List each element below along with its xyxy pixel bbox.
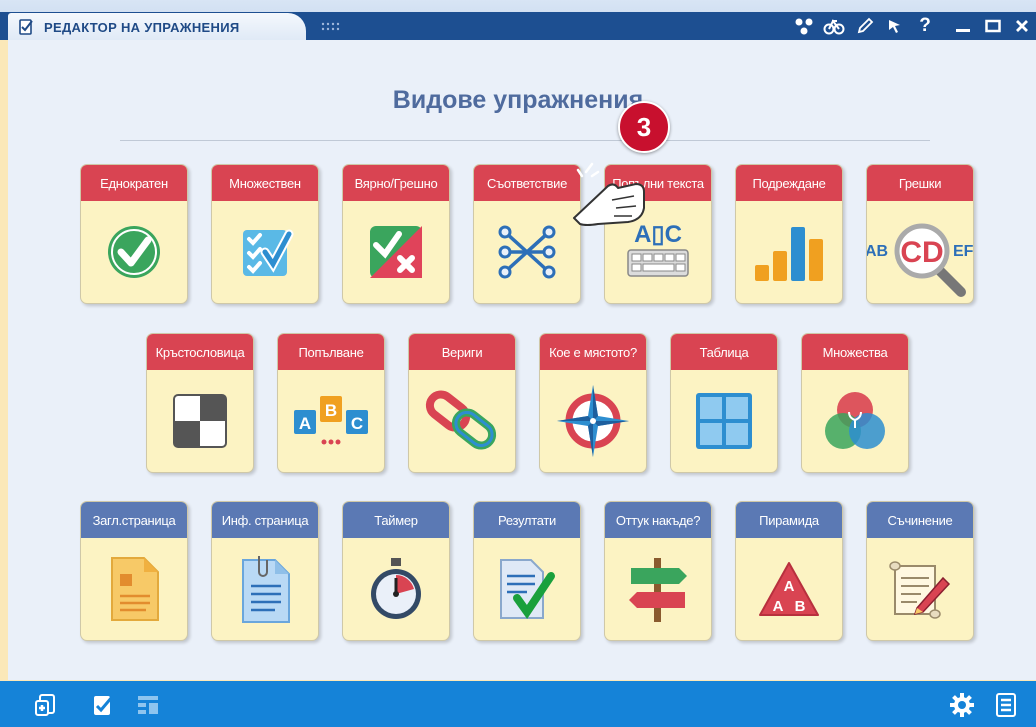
edit-exercise-icon[interactable] [90, 691, 118, 719]
step-number-badge: 3 [618, 101, 670, 153]
title-page-icon [81, 538, 187, 640]
tile-timer[interactable]: Таймер [342, 501, 450, 641]
essay-scroll-icon [867, 538, 973, 640]
close-icon[interactable] [1010, 14, 1034, 38]
results-icon [474, 538, 580, 640]
icon-text: A [773, 598, 784, 615]
tile-label: Инф. страница [212, 502, 318, 538]
tile-results[interactable]: Резултати [473, 501, 581, 641]
network-icon[interactable] [792, 14, 816, 38]
fill-in-icon: ABC [278, 370, 384, 472]
table-grid-icon [671, 370, 777, 472]
hand-pointer-icon [564, 162, 654, 232]
tile-label: Загл.страница [81, 502, 187, 538]
editor-tab[interactable]: РЕДАКТОР НА УПРАЖНЕНИЯ [8, 13, 306, 41]
icon-text: B [325, 401, 337, 420]
add-exercise-icon[interactable] [32, 691, 60, 719]
main-panel: Видове упражнения Еднократен Множествен … [8, 40, 1036, 680]
tile-info-page[interactable]: Инф. страница [211, 501, 319, 641]
title-divider [120, 140, 930, 141]
single-check-icon [81, 201, 187, 303]
tile-pyramid[interactable]: Пирамида AAB [735, 501, 843, 641]
icon-text: AB [867, 243, 888, 260]
pyramid-icon: AAB [736, 538, 842, 640]
tile-title-page[interactable]: Загл.страница [80, 501, 188, 641]
list-icon[interactable] [992, 691, 1020, 719]
icon-text: A [299, 414, 311, 433]
true-false-icon [343, 201, 449, 303]
tile-label: Кое е мястото? [540, 334, 646, 370]
tile-ordering[interactable]: Подреждане [735, 164, 843, 304]
tile-label: Резултати [474, 502, 580, 538]
signpost-icon [605, 538, 711, 640]
icon-text: EF [953, 243, 973, 260]
tile-single-choice[interactable]: Еднократен [80, 164, 188, 304]
tile-label: Оттук накъде? [605, 502, 711, 538]
tile-label: Множества [802, 334, 908, 370]
bike-icon[interactable] [822, 14, 846, 38]
info-page-icon [212, 538, 318, 640]
pencil-icon[interactable] [853, 14, 877, 38]
multiple-choice-icon [212, 201, 318, 303]
tile-chains[interactable]: Вериги [408, 333, 516, 473]
tile-label: Грешки [867, 165, 973, 201]
drag-grip-icon[interactable] [320, 20, 344, 32]
chain-icon [409, 370, 515, 472]
tile-fill-in[interactable]: Попълване ABC [277, 333, 385, 473]
tile-essay[interactable]: Съчинение [866, 501, 974, 641]
layout-icon[interactable] [134, 691, 162, 719]
crossword-icon [147, 370, 253, 472]
tile-label: Съчинение [867, 502, 973, 538]
title-bar: РЕДАКТОР НА УПРАЖНЕНИЯ ? [0, 0, 1036, 41]
tile-label: Попълване [278, 334, 384, 370]
pointer-icon[interactable] [883, 14, 907, 38]
tile-label: Вярно/Грешно [343, 165, 449, 201]
sets-venn-icon [802, 370, 908, 472]
page-title: Видове упражнения [392, 86, 644, 114]
edit-document-icon [18, 18, 36, 36]
tile-label: Пирамида [736, 502, 842, 538]
window-title: РЕДАКТОР НА УПРАЖНЕНИЯ [44, 19, 240, 35]
tile-label: Таймер [343, 502, 449, 538]
maximize-icon[interactable] [981, 14, 1005, 38]
minimize-icon[interactable] [951, 14, 975, 38]
tile-where-is-it[interactable]: Кое е мястото? [539, 333, 647, 473]
tile-multiple-choice[interactable]: Множествен [211, 164, 319, 304]
icon-text: A [784, 578, 795, 595]
bottom-toolbar [0, 681, 1036, 727]
tile-label: Еднократен [81, 165, 187, 201]
icon-text: C [351, 414, 363, 433]
mistakes-magnifier-icon: AB EF CD [867, 201, 973, 303]
icon-text: CD [900, 236, 943, 269]
tile-where-next[interactable]: Оттук накъде? [604, 501, 712, 641]
tile-label: Таблица [671, 334, 777, 370]
tile-true-false[interactable]: Вярно/Грешно [342, 164, 450, 304]
stopwatch-icon [343, 538, 449, 640]
icon-text: B [795, 598, 806, 615]
settings-icon[interactable] [948, 691, 976, 719]
tile-table[interactable]: Таблица [670, 333, 778, 473]
tile-label: Множествен [212, 165, 318, 201]
tile-crossword[interactable]: Кръстословица [146, 333, 254, 473]
tile-sets[interactable]: Множества [801, 333, 909, 473]
tile-label: Вериги [409, 334, 515, 370]
help-icon[interactable]: ? [913, 14, 937, 38]
compass-icon [540, 370, 646, 472]
tile-mistakes[interactable]: Грешки AB EF CD [866, 164, 974, 304]
tile-label: Подреждане [736, 165, 842, 201]
ordering-bars-icon [736, 201, 842, 303]
tile-label: Кръстословица [147, 334, 253, 370]
